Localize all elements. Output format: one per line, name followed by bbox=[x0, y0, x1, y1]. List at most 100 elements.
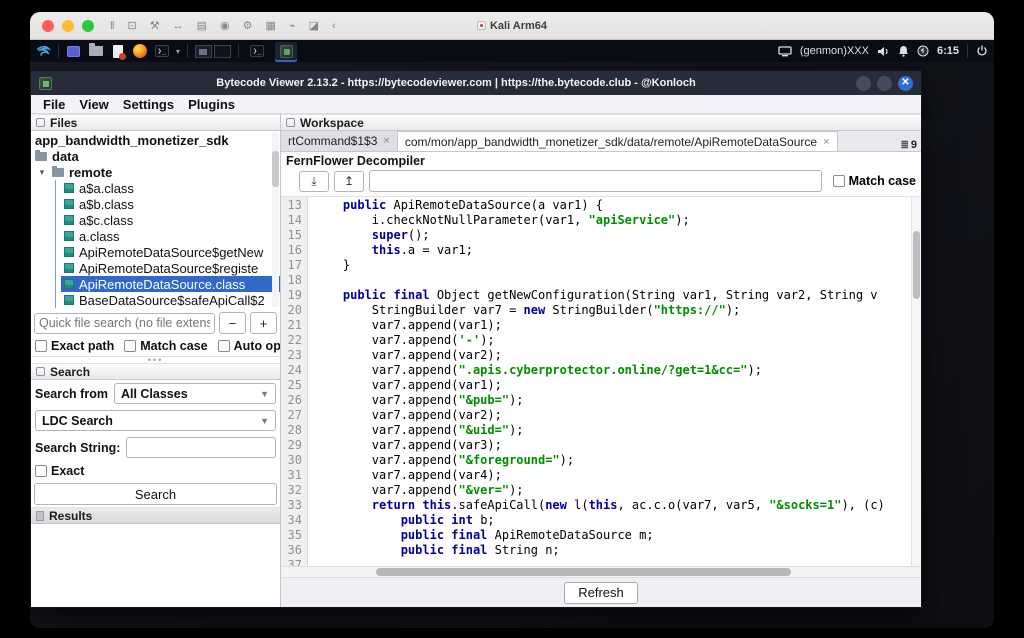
tree-item-apiremotedatasource-registe[interactable]: ApiRemoteDataSource$registe bbox=[31, 260, 280, 276]
printer-icon[interactable]: ▤ bbox=[197, 19, 207, 32]
tree-scrollbar[interactable] bbox=[272, 133, 279, 307]
code-vscroll-thumb[interactable] bbox=[913, 231, 920, 299]
panel-splitter[interactable]: ••• bbox=[31, 356, 280, 363]
power-icon[interactable] bbox=[976, 45, 988, 57]
code-vertical-scrollbar[interactable] bbox=[911, 197, 921, 566]
menu-file[interactable]: File bbox=[37, 97, 71, 112]
terminal-launcher-icon[interactable]: ❯_ bbox=[154, 44, 169, 59]
match-case-checkbox[interactable]: Match case bbox=[124, 339, 207, 353]
line-number: 24 bbox=[281, 363, 302, 378]
pause-icon[interactable]: ‖ bbox=[110, 20, 115, 32]
workspace-tab-1[interactable]: com/mon/app_bandwidth_monetizer_sdk/data… bbox=[398, 131, 838, 151]
font-decrease-button[interactable]: − bbox=[219, 312, 246, 334]
workspace-header: Workspace bbox=[281, 114, 921, 131]
record-icon[interactable]: ◉ bbox=[220, 19, 230, 32]
checkbox-icon bbox=[35, 465, 47, 477]
panel-icon bbox=[36, 367, 45, 376]
genmon-label[interactable]: (genmon)XXX bbox=[800, 45, 869, 57]
tree-scrollbar-thumb[interactable] bbox=[272, 151, 279, 187]
tab-overflow-indicator[interactable]: ≣9 bbox=[896, 139, 921, 151]
bcv-minimize-button[interactable] bbox=[856, 76, 871, 91]
search-from-select[interactable]: All Classes ▼ bbox=[114, 383, 276, 404]
search-mode-select[interactable]: LDC Search ▼ bbox=[35, 410, 276, 431]
exact-path-checkbox[interactable]: Exact path bbox=[35, 339, 114, 353]
clock[interactable]: 6:15 bbox=[937, 45, 959, 57]
workspace-tab-0[interactable]: rtCommand$1$3× bbox=[281, 131, 398, 151]
kali-menu-icon[interactable] bbox=[36, 44, 51, 59]
volume-icon[interactable] bbox=[877, 46, 890, 57]
close-window-button[interactable] bbox=[42, 20, 54, 32]
menu-settings[interactable]: Settings bbox=[117, 97, 180, 112]
quick-file-search-input[interactable] bbox=[34, 313, 215, 334]
code-horizontal-scrollbar[interactable] bbox=[281, 566, 921, 577]
code-hscroll-thumb[interactable] bbox=[376, 568, 791, 576]
taskbar-terminal-window[interactable]: ❯_ bbox=[246, 42, 268, 60]
find-next-button[interactable]: ⤓ bbox=[299, 171, 329, 192]
bcv-titlebar[interactable]: Bytecode Viewer 2.13.2 - https://bytecod… bbox=[31, 71, 921, 95]
workspace-1[interactable] bbox=[195, 45, 212, 58]
tree-item-label: a$a.class bbox=[79, 181, 134, 196]
tree-item-a-c-class[interactable]: a$c.class bbox=[31, 212, 280, 228]
bytecodeviewer-icon bbox=[280, 45, 293, 58]
firefox-icon[interactable] bbox=[132, 44, 147, 59]
workspace-switcher[interactable] bbox=[195, 45, 231, 58]
quick-search-row: − + bbox=[31, 309, 280, 336]
snapshot-icon[interactable]: ⊡ bbox=[128, 19, 137, 32]
tab-close-icon[interactable]: × bbox=[823, 136, 829, 148]
code-line-16: this.a = var1; bbox=[314, 243, 911, 258]
match-case-checkbox[interactable]: Match case bbox=[833, 174, 916, 188]
display-icon[interactable]: ▦ bbox=[266, 19, 276, 32]
tree-item-label: data bbox=[52, 149, 79, 164]
minimize-window-button[interactable] bbox=[62, 20, 74, 32]
line-number: 13 bbox=[281, 198, 302, 213]
file-manager-icon[interactable] bbox=[88, 44, 103, 59]
search-string-label: Search String: bbox=[35, 441, 120, 455]
refresh-button[interactable]: Refresh bbox=[564, 582, 638, 604]
menu-view[interactable]: View bbox=[73, 97, 114, 112]
source-code[interactable]: public ApiRemoteDataSource(a var1) { i.c… bbox=[308, 197, 911, 566]
share-icon[interactable]: ◪ bbox=[309, 19, 319, 32]
tree-item-apiremotedatasource-getnew[interactable]: ApiRemoteDataSource$getNew bbox=[31, 244, 280, 260]
checkbox-label: Auto open bbox=[234, 339, 280, 353]
zoom-window-button[interactable] bbox=[82, 20, 94, 32]
tree-item-a-b-class[interactable]: a$b.class bbox=[31, 196, 280, 212]
settings-icon[interactable]: ⚙ bbox=[243, 19, 253, 32]
app-launcher-icon[interactable] bbox=[66, 44, 81, 59]
search-string-input[interactable] bbox=[126, 437, 276, 458]
tree-item-a-class[interactable]: a.class bbox=[31, 228, 280, 244]
resize-icon[interactable]: ↔ bbox=[173, 20, 184, 32]
find-input[interactable] bbox=[369, 170, 822, 192]
auto-open-checkbox[interactable]: Auto open bbox=[218, 339, 280, 353]
notification-bell-icon[interactable] bbox=[898, 45, 909, 57]
status-circle-icon[interactable] bbox=[917, 45, 929, 57]
text-editor-icon[interactable] bbox=[110, 44, 125, 59]
font-increase-button[interactable]: + bbox=[250, 312, 277, 334]
find-prev-button[interactable]: ↥ bbox=[334, 171, 364, 192]
code-line-30: var7.append("&foreground="); bbox=[314, 453, 911, 468]
results-header: Results bbox=[31, 507, 280, 524]
tree-item-remote[interactable]: ▾remote bbox=[31, 164, 280, 180]
bcv-maximize-button[interactable] bbox=[877, 76, 892, 91]
taskbar-bytecodeviewer-window[interactable] bbox=[275, 42, 297, 60]
code-line-35: public final ApiRemoteDataSource m; bbox=[314, 528, 911, 543]
tree-item-data[interactable]: data bbox=[31, 148, 280, 164]
tree-item-basedatasource-safeapicall-2[interactable]: BaseDataSource$safeApiCall$2 bbox=[31, 292, 280, 308]
line-number-gutter: 1314151617181920212223242526272829303132… bbox=[281, 197, 308, 566]
exact-checkbox[interactable]: Exact bbox=[35, 464, 84, 478]
tools-icon[interactable]: ⚒ bbox=[150, 19, 160, 32]
code-line-32: var7.append("&ver="); bbox=[314, 483, 911, 498]
display-icon[interactable] bbox=[778, 46, 792, 57]
tree-item-apiremotedatasource-class[interactable]: ApiRemoteDataSource.class bbox=[31, 276, 280, 292]
chevron-expanded-icon[interactable]: ▾ bbox=[37, 167, 47, 178]
back-icon[interactable]: ‹ bbox=[332, 20, 336, 32]
tree-item-app-bandwidth-monetizer-sdk[interactable]: app_bandwidth_monetizer_sdk bbox=[31, 132, 280, 148]
bcv-close-button[interactable]: ✕ bbox=[898, 76, 913, 91]
code-line-19: public final Object getNewConfiguration(… bbox=[314, 288, 911, 303]
search-button[interactable]: Search bbox=[34, 483, 277, 505]
menu-plugins[interactable]: Plugins bbox=[182, 97, 241, 112]
usb-icon[interactable]: ⌁ bbox=[289, 19, 296, 32]
tab-close-icon[interactable]: × bbox=[383, 135, 389, 147]
tree-item-a-a-class[interactable]: a$a.class bbox=[31, 180, 280, 196]
workspace-2[interactable] bbox=[214, 45, 231, 58]
terminal-dropdown-arrow[interactable]: ▾ bbox=[176, 47, 180, 56]
